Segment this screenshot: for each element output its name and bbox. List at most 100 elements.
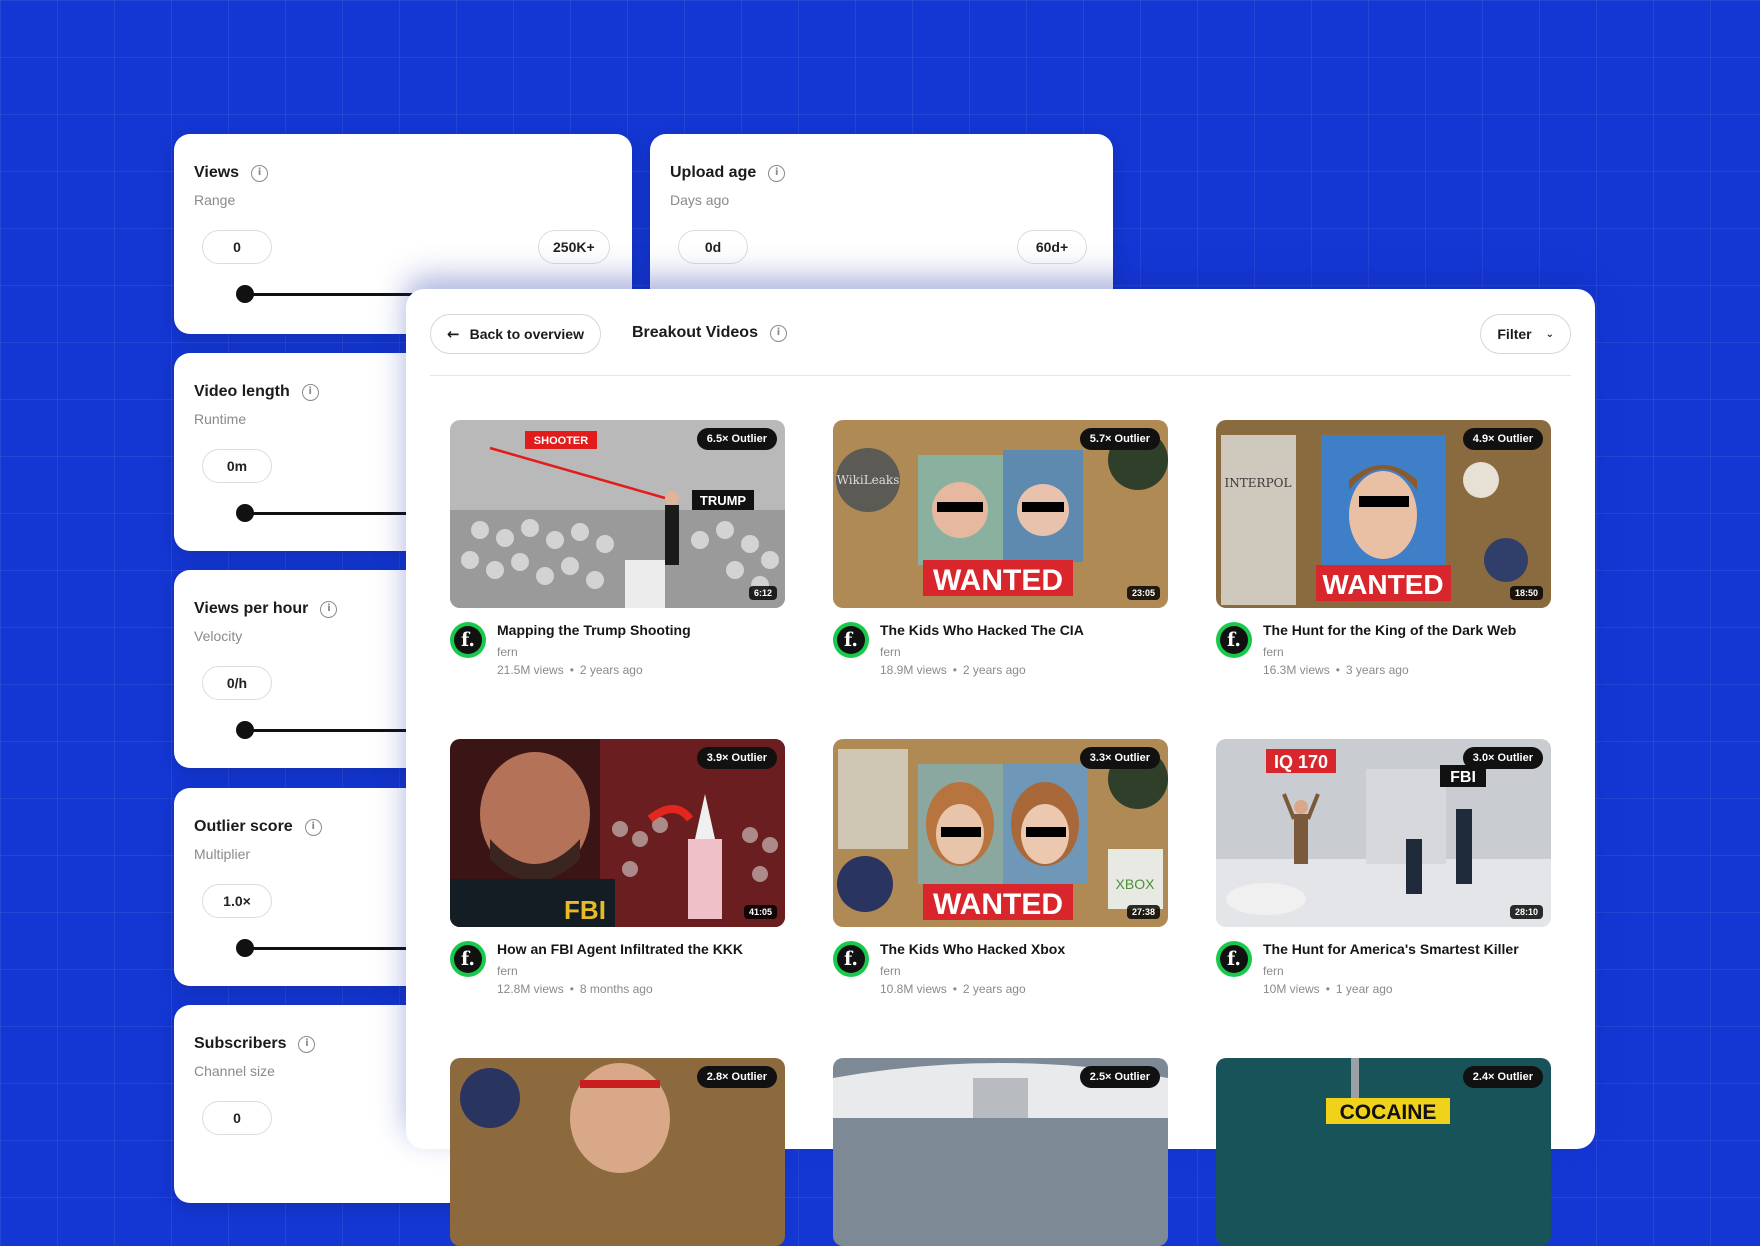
range-min-input[interactable]: 0m [202, 449, 272, 483]
info-icon[interactable]: i [320, 600, 338, 618]
slider-min-handle[interactable] [236, 721, 254, 739]
filter-subtitle: Runtime [194, 411, 247, 427]
video-card[interactable]: XBOX WANTED 3.3× Outlier 27:38 f. The Ki… [833, 739, 1168, 1005]
video-thumbnail[interactable]: FBI 3.9× Outlier 41:05 [450, 739, 785, 927]
range-min-input[interactable]: 0d [678, 230, 748, 264]
breakout-videos-panel: ← Back to overview Breakout Videos i Fil… [406, 289, 1595, 1246]
svg-text:FBI: FBI [1450, 769, 1476, 786]
video-title[interactable]: The Hunt for the King of the Dark Web [1263, 622, 1516, 638]
back-to-overview-button[interactable]: ← Back to overview [430, 314, 601, 354]
filter-subtitle: Channel size [194, 1063, 275, 1079]
video-meta: f. The Kids Who Hacked The CIA fern 18.9… [833, 622, 1168, 686]
channel-name[interactable]: fern [1263, 645, 1284, 659]
info-icon[interactable]: i [301, 383, 319, 401]
video-card[interactable]: FBI 3.9× Outlier 41:05 f. How an FBI Age… [450, 739, 785, 1005]
video-card[interactable]: COCAINE 2.4× Outlier [1216, 1058, 1551, 1246]
range-min-input[interactable]: 0 [202, 1101, 272, 1135]
channel-avatar[interactable]: f. [833, 622, 869, 658]
back-button-label: Back to overview [469, 326, 584, 342]
video-stats: 12.8M views • 8 months ago [497, 982, 653, 996]
video-card[interactable]: WikiLeaks WANTED 5.7× Outlier 23:05 f. T… [833, 420, 1168, 686]
duration-label: 27:38 [1126, 905, 1160, 919]
slider-min-handle[interactable] [236, 939, 254, 957]
video-title[interactable]: The Hunt for America's Smartest Killer [1263, 941, 1519, 957]
filter-title: Views i [194, 164, 269, 182]
channel-avatar[interactable]: f. [1216, 622, 1252, 658]
channel-name[interactable]: fern [497, 964, 518, 978]
svg-text:COCAINE: COCAINE [1340, 1101, 1437, 1124]
duration-label: 23:05 [1126, 586, 1160, 600]
video-stats: 10.8M views • 2 years ago [880, 982, 1026, 996]
video-thumbnail[interactable]: XBOX WANTED 3.3× Outlier 27:38 [833, 739, 1168, 927]
channel-name[interactable]: fern [880, 645, 901, 659]
video-thumbnail[interactable]: IQ 170 FBI 3.0× Outlier 28:10 [1216, 739, 1551, 927]
range-max-input[interactable]: 250K+ [538, 230, 610, 264]
channel-avatar[interactable]: f. [450, 941, 486, 977]
info-icon[interactable]: i [304, 818, 322, 836]
filter-title: Video length i [194, 383, 319, 401]
video-thumbnail[interactable]: WikiLeaks WANTED 5.7× Outlier 23:05 [833, 420, 1168, 608]
range-min-input[interactable]: 0 [202, 230, 272, 264]
channel-name[interactable]: fern [1263, 964, 1284, 978]
filter-title: Outlier score i [194, 818, 322, 836]
video-title[interactable]: Mapping the Trump Shooting [497, 622, 691, 638]
video-meta: f. The Hunt for the King of the Dark Web… [1216, 622, 1551, 686]
svg-text:FBI: FBI [564, 895, 606, 925]
outlier-badge: 3.9× Outlier [696, 747, 777, 769]
info-icon[interactable]: i [251, 164, 269, 182]
video-thumbnail[interactable]: INTERPOL WANTED 4.9× Outlier 18:50 [1216, 420, 1551, 608]
video-card[interactable]: IQ 170 FBI 3.0× Outlier 28:10 f. The Hun… [1216, 739, 1551, 1005]
slider-min-handle[interactable] [236, 504, 254, 522]
video-stats: 16.3M views • 3 years ago [1263, 663, 1409, 677]
video-card[interactable]: INTERPOL WANTED 4.9× Outlier 18:50 f. Th… [1216, 420, 1551, 686]
info-icon[interactable]: i [298, 1035, 316, 1053]
duration-label: 28:10 [1509, 905, 1543, 919]
video-stats: 10M views • 1 year ago [1263, 982, 1393, 996]
filter-dropdown-button[interactable]: Filter ⌄ [1480, 314, 1571, 354]
video-thumbnail[interactable]: 2.8× Outlier [450, 1058, 785, 1246]
svg-text:WikiLeaks: WikiLeaks [837, 473, 900, 487]
filter-subtitle: Multiplier [194, 846, 251, 862]
video-thumbnail[interactable]: SHOOTER TRUMP 6.5× Outlier 6:12 [450, 420, 785, 608]
range-min-input[interactable]: 1.0× [202, 884, 272, 918]
outlier-badge: 6.5× Outlier [696, 428, 777, 450]
range-min-input[interactable]: 0/h [202, 666, 272, 700]
svg-text:WANTED: WANTED [1322, 569, 1443, 600]
video-thumbnail[interactable]: 2.5× Outlier [833, 1058, 1168, 1246]
channel-name[interactable]: fern [497, 645, 518, 659]
video-card[interactable]: SHOOTER TRUMP 6.5× Outlier 6:12 f. Mappi… [450, 420, 785, 686]
slider-min-handle[interactable] [236, 285, 254, 303]
info-icon[interactable]: i [769, 324, 787, 342]
range-max-input[interactable]: 60d+ [1017, 230, 1087, 264]
outlier-badge: 2.4× Outlier [1462, 1066, 1543, 1088]
info-icon[interactable]: i [768, 164, 786, 182]
video-title[interactable]: The Kids Who Hacked Xbox [880, 941, 1065, 957]
filter-subtitle: Days ago [670, 192, 730, 208]
svg-text:IQ 170: IQ 170 [1274, 752, 1328, 772]
page-title: Breakout Videos i [632, 324, 787, 342]
outlier-badge: 5.7× Outlier [1079, 428, 1160, 450]
outlier-badge: 2.5× Outlier [1079, 1066, 1160, 1088]
svg-text:TRUMP: TRUMP [700, 493, 747, 508]
video-title[interactable]: The Kids Who Hacked The CIA [880, 622, 1084, 638]
filter-title: Subscribers i [194, 1035, 316, 1053]
video-card[interactable]: 2.5× Outlier [833, 1058, 1168, 1246]
video-stats: 21.5M views • 2 years ago [497, 663, 643, 677]
filter-title: Views per hour i [194, 600, 338, 618]
video-title[interactable]: How an FBI Agent Infiltrated the KKK [497, 941, 743, 957]
channel-name[interactable]: fern [880, 964, 901, 978]
channel-avatar[interactable]: f. [833, 941, 869, 977]
outlier-badge: 2.8× Outlier [696, 1066, 777, 1088]
filter-title: Upload age i [670, 164, 786, 182]
outlier-badge: 4.9× Outlier [1462, 428, 1543, 450]
svg-text:INTERPOL: INTERPOL [1225, 476, 1292, 490]
video-meta: f. How an FBI Agent Infiltrated the KKK … [450, 941, 785, 1005]
video-thumbnail[interactable]: COCAINE 2.4× Outlier [1216, 1058, 1551, 1246]
channel-avatar[interactable]: f. [1216, 941, 1252, 977]
channel-avatar[interactable]: f. [450, 622, 486, 658]
duration-label: 18:50 [1509, 586, 1543, 600]
outlier-badge: 3.0× Outlier [1462, 747, 1543, 769]
video-meta: f. The Kids Who Hacked Xbox fern 10.8M v… [833, 941, 1168, 1005]
video-card[interactable]: 2.8× Outlier [450, 1058, 785, 1246]
duration-label: 6:12 [748, 586, 777, 600]
